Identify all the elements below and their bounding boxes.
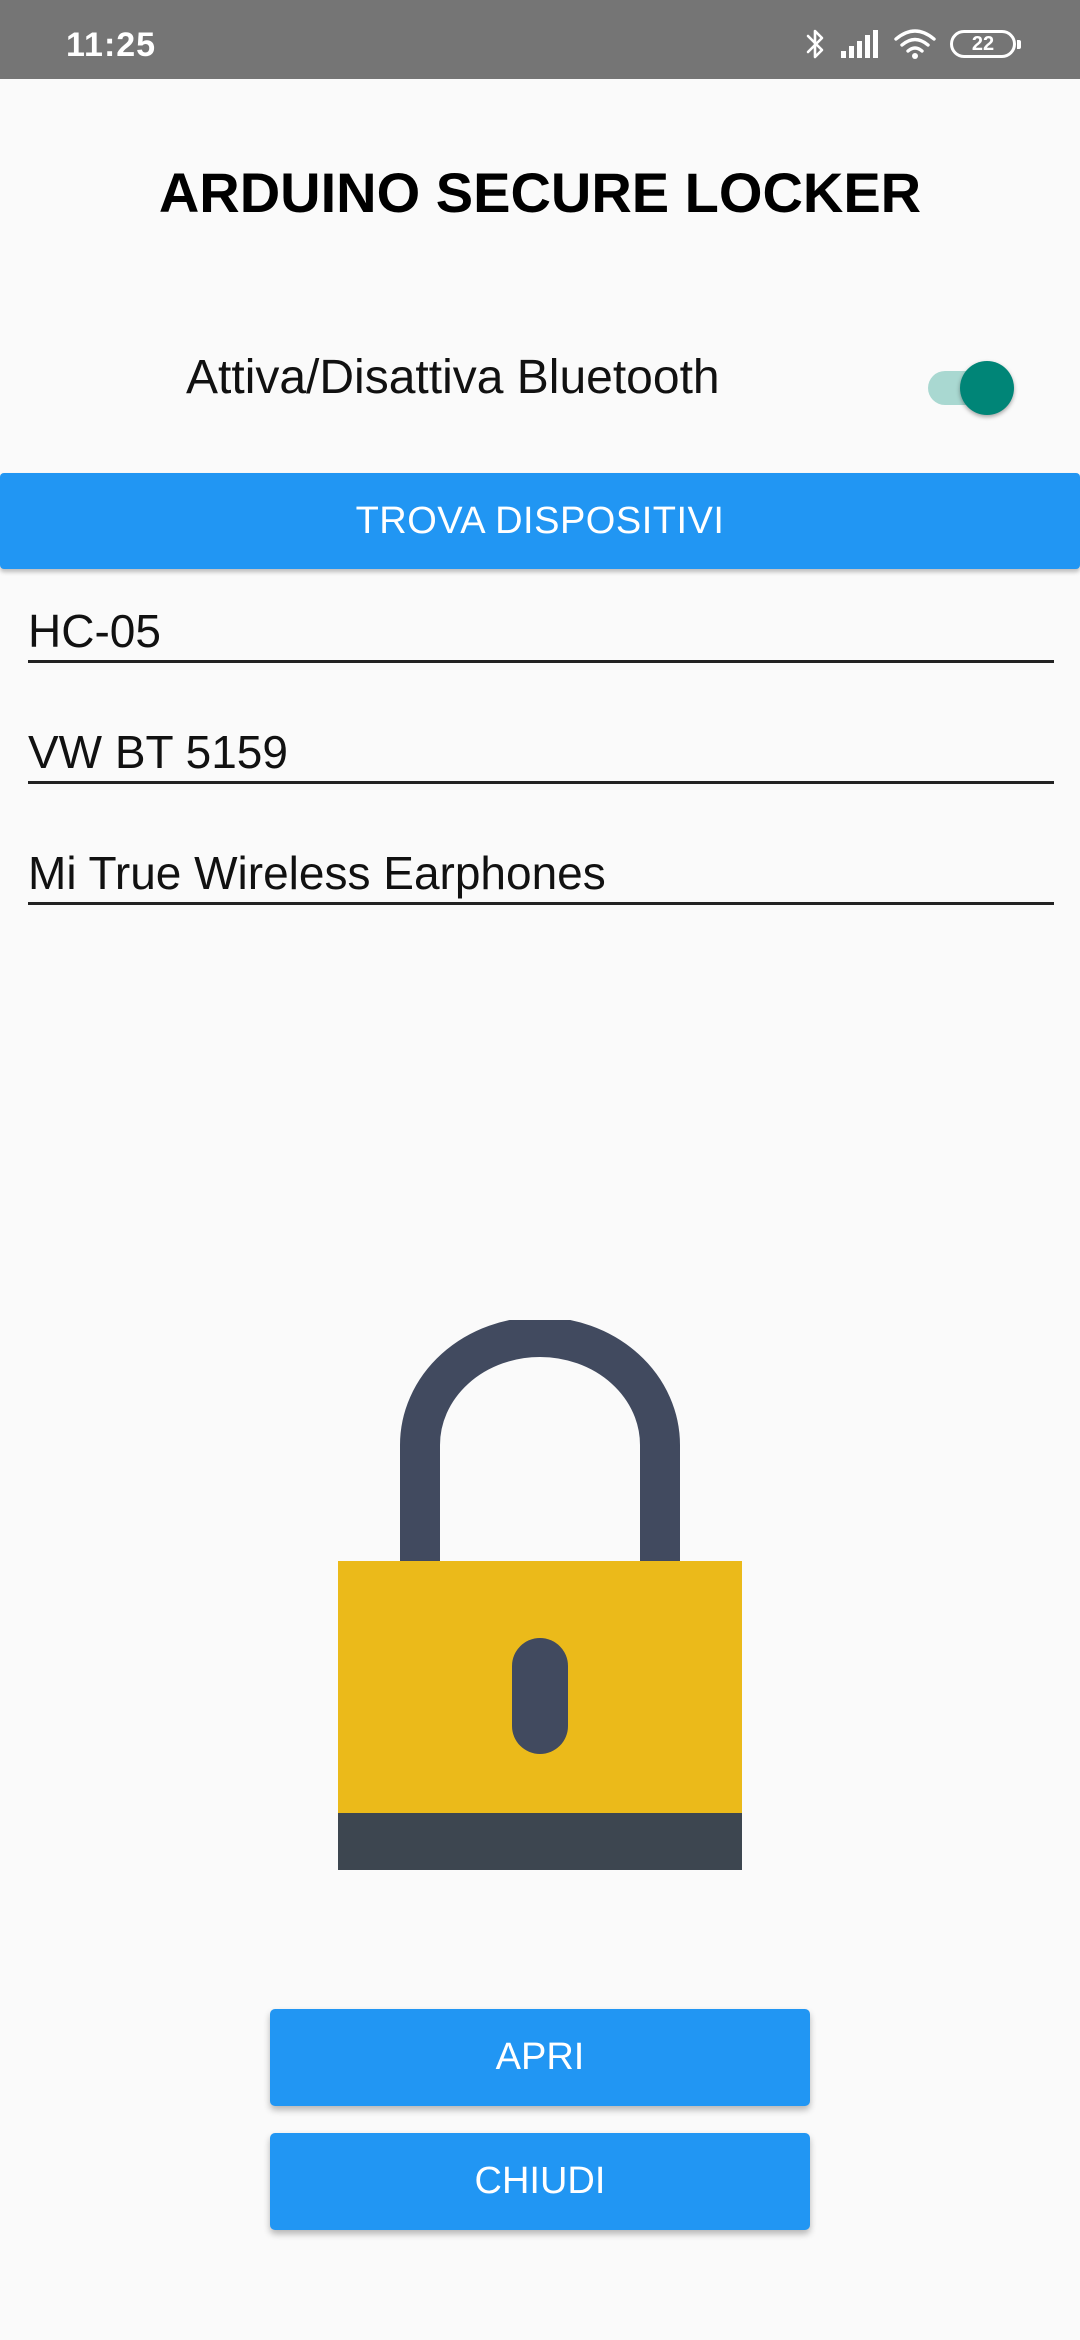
divider: [28, 902, 1054, 905]
status-icons: 22: [806, 24, 1021, 64]
list-item[interactable]: HC-05: [28, 590, 1054, 711]
signal-icon: [840, 29, 880, 59]
status-bar: 11:25 22: [0, 0, 1080, 79]
device-name: VW BT 5159: [28, 726, 288, 778]
device-name: HC-05: [28, 605, 161, 657]
battery-icon: 22: [950, 30, 1021, 58]
page-title: ARDUINO SECURE LOCKER: [158, 161, 922, 224]
divider: [28, 660, 1054, 663]
list-item[interactable]: VW BT 5159: [28, 711, 1054, 832]
wifi-icon: [894, 28, 936, 60]
list-item[interactable]: Mi True Wireless Earphones: [28, 832, 1054, 953]
divider: [28, 781, 1054, 784]
battery-level: 22: [971, 32, 995, 55]
device-list: HC-05 VW BT 5159 Mi True Wireless Earpho…: [28, 590, 1054, 953]
bluetooth-switch[interactable]: [926, 356, 1016, 415]
status-time: 11:25: [66, 26, 157, 64]
switch-thumb: [960, 361, 1014, 415]
device-name: Mi True Wireless Earphones: [28, 847, 606, 899]
bluetooth-icon: [806, 26, 826, 62]
close-button[interactable]: CHIUDI: [270, 2133, 810, 2230]
app-screen: 11:25 22 ARDUINO SECURE LOCKER Attiva/Di…: [0, 0, 1080, 2340]
bluetooth-toggle-label: Attiva/Disattiva Bluetooth: [186, 351, 720, 404]
padlock-icon: [336, 1317, 744, 1872]
open-button[interactable]: APRI: [270, 2009, 810, 2106]
find-devices-button[interactable]: TROVA DISPOSITIVI: [0, 473, 1080, 569]
